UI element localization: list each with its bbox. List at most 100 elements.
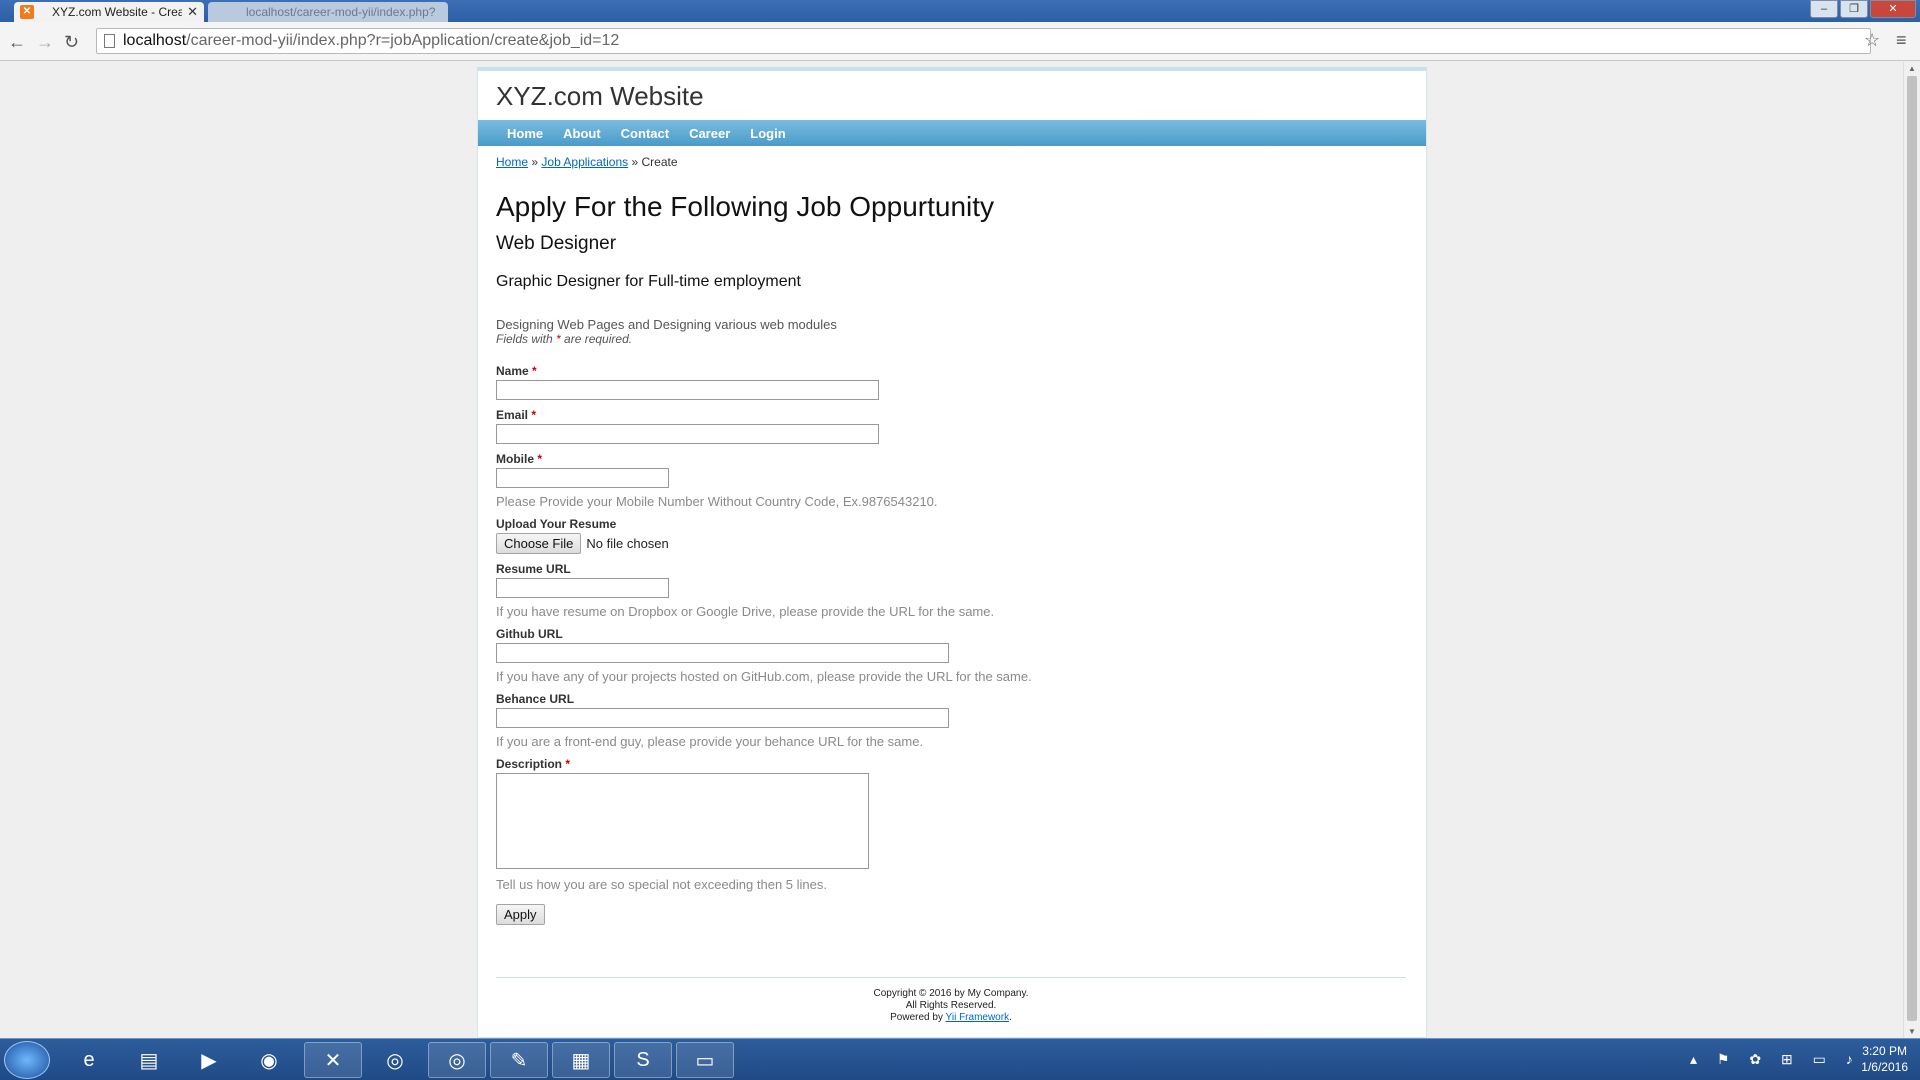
apply-button[interactable]: Apply <box>496 904 545 925</box>
breadcrumb-job-applications[interactable]: Job Applications <box>541 155 628 169</box>
choose-file-button[interactable]: Choose File <box>496 533 582 554</box>
xampp-icon[interactable]: ✕ <box>304 1042 362 1078</box>
github-hint: If you have any of your projects hosted … <box>496 669 1032 684</box>
email-label: Email * <box>496 408 537 422</box>
url-host: localhost <box>123 32 187 49</box>
note-prefix: Fields with <box>496 332 557 346</box>
notepad-icon[interactable]: ✎ <box>490 1042 548 1078</box>
start-button-icon[interactable] <box>4 1041 50 1079</box>
footer-copyright: Copyright © 2016 by My Company. <box>873 988 1029 999</box>
site-logo: XYZ.com Website <box>496 81 704 111</box>
file-upload: Choose File No file chosen <box>496 533 1406 554</box>
close-icon[interactable]: ✕ <box>187 4 198 20</box>
footer: Copyright © 2016 by My Company. All Righ… <box>496 977 1406 1024</box>
job-title: Web Designer <box>496 233 617 254</box>
browser-viewport: XYZ.com Website Home About Contact Career Lo… <box>0 62 1903 1038</box>
name-input[interactable] <box>496 380 879 400</box>
job-subtitle: Graphic Designer for Full-time employmen… <box>496 273 801 290</box>
footer-rights: All Rights Reserved. <box>905 1000 997 1011</box>
description-row: Description * Tell us how you are so spe… <box>496 757 1406 892</box>
breadcrumb-home[interactable]: Home <box>496 155 528 169</box>
media-player-icon[interactable]: ▶ <box>180 1042 238 1078</box>
description-textarea[interactable] <box>496 773 869 869</box>
description-label: Description * <box>496 757 571 771</box>
required-note: Fields with * are required. <box>496 332 1406 346</box>
menu-item-contact[interactable]: Contact <box>611 120 679 141</box>
url-path: /career-mod-yii/index.php?r=jobApplicati… <box>186 32 620 49</box>
browser-tab-inactive[interactable]: localhost/career-mod-yii/index.php?r=job… <box>208 2 448 22</box>
menu-item-career[interactable]: Career <box>679 120 740 141</box>
back-icon[interactable]: ← <box>8 32 26 53</box>
scroll-up-icon[interactable]: ▲ <box>1908 64 1916 73</box>
email-input[interactable] <box>496 424 879 444</box>
note-suffix: are required. <box>560 332 633 346</box>
archive-icon[interactable]: ▦ <box>552 1042 610 1078</box>
mobile-hint: Please Provide your Mobile Number Withou… <box>496 494 938 509</box>
yii-framework-link[interactable]: Yii Framework <box>946 1012 1010 1023</box>
clock-time: 3:20 PM <box>1862 1044 1907 1058</box>
resume-row: Upload Your Resume Choose File No file c… <box>496 517 1406 554</box>
scrollbar-thumb[interactable] <box>1907 76 1917 1021</box>
mobile-label: Mobile * <box>496 452 543 466</box>
resume-url-input[interactable] <box>496 578 669 598</box>
window-close-icon[interactable]: ✕ <box>1870 0 1916 18</box>
github-url-input[interactable] <box>496 643 949 663</box>
resume-label: Upload Your Resume <box>496 517 617 531</box>
page-container: XYZ.com Website Home About Contact Career Lo… <box>477 67 1427 1038</box>
internet-explorer-icon[interactable]: e <box>60 1042 118 1078</box>
mobile-input[interactable] <box>496 468 669 488</box>
menu-item-about[interactable]: About <box>553 120 611 141</box>
page-icon <box>104 34 115 48</box>
resume-url-hint: If you have resume on Dropbox or Google … <box>496 604 995 619</box>
clock[interactable]: 3:20 PM 1/6/2016 <box>1861 1043 1908 1075</box>
menu-item-login[interactable]: Login <box>740 120 795 141</box>
clock-date: 1/6/2016 <box>1861 1060 1908 1074</box>
sublime-text-icon[interactable]: S <box>614 1042 672 1078</box>
vertical-scrollbar[interactable]: ▲ ▼ <box>1903 62 1920 1038</box>
github-label: Github URL <box>496 627 563 641</box>
behance-hint: If you are a front-end guy, please provi… <box>496 734 924 749</box>
email-row: Email * <box>496 408 1406 444</box>
chrome-icon[interactable]: ◎ <box>366 1042 424 1078</box>
restore-icon[interactable]: ❐ <box>1840 0 1868 18</box>
job-description: Designing Web Pages and Designing variou… <box>496 317 837 332</box>
breadcrumb-separator: » <box>531 155 539 169</box>
behance-row: Behance URL If you are a front-end guy, … <box>496 692 1406 749</box>
taskbar: e ▤ ▶ ◉ ✕ ◎ ◎ ✎ ▦ S ▭ ▴ ⚑ ✿ ⊞ ▭ ♪ 3:20 P… <box>0 1038 1920 1080</box>
mobile-row: Mobile * Please Provide your Mobile Numb… <box>496 452 1406 509</box>
breadcrumb: Home » Job Applications » Create <box>496 155 678 169</box>
breadcrumb-current: Create <box>641 155 678 169</box>
forward-icon[interactable]: → <box>36 32 54 53</box>
system-tray-icons[interactable]: ▴ ⚑ ✿ ⊞ ▭ ♪ <box>1690 1051 1861 1068</box>
browser-tab-bar: ✕ XYZ.com Website - Create ✕ localhost/c… <box>0 0 1920 22</box>
name-row: Name * <box>496 364 1406 400</box>
page-title: Apply For the Following Job Oppurtunity <box>496 191 995 222</box>
browser-toolbar: ← → ↻ localhost/career-mod-yii/index.php… <box>0 22 1920 61</box>
star-icon[interactable]: ☆ <box>1864 30 1880 51</box>
tab-title-inactive: localhost/career-mod-yii/index.php?r=job… <box>246 5 436 19</box>
description-hint: Tell us how you are so special not excee… <box>496 877 827 892</box>
chrome-active-icon[interactable]: ◎ <box>428 1042 486 1078</box>
resume-url-label: Resume URL <box>496 562 571 576</box>
no-file-text: No file chosen <box>586 536 669 551</box>
browser-tab-active[interactable]: ✕ XYZ.com Website - Create ✕ <box>14 2 204 22</box>
firefox-icon[interactable]: ◉ <box>240 1042 298 1078</box>
breadcrumb-separator: » <box>631 155 639 169</box>
menu-icon[interactable]: ≡ <box>1896 30 1907 51</box>
address-bar[interactable]: localhost/career-mod-yii/index.php?r=job… <box>96 28 1871 54</box>
file-explorer-icon[interactable]: ▤ <box>120 1042 178 1078</box>
command-prompt-icon[interactable]: ▭ <box>676 1042 734 1078</box>
tab-title: XYZ.com Website - Create <box>52 5 182 19</box>
menu-item-home[interactable]: Home <box>497 120 553 141</box>
main-menu: Home About Contact Career Login <box>478 120 1426 146</box>
github-row: Github URL If you have any of your proje… <box>496 627 1406 684</box>
behance-url-input[interactable] <box>496 708 949 728</box>
scroll-down-icon[interactable]: ▼ <box>1908 1027 1916 1036</box>
minimize-icon[interactable]: ‒ <box>1810 0 1838 18</box>
behance-label: Behance URL <box>496 692 575 706</box>
resume-url-row: Resume URL If you have resume on Dropbox… <box>496 562 1406 619</box>
name-label: Name * <box>496 364 537 378</box>
window-controls: ‒ ❐ ✕ <box>1808 0 1916 18</box>
reload-icon[interactable]: ↻ <box>64 32 79 53</box>
xampp-favicon-icon: ✕ <box>20 5 34 19</box>
